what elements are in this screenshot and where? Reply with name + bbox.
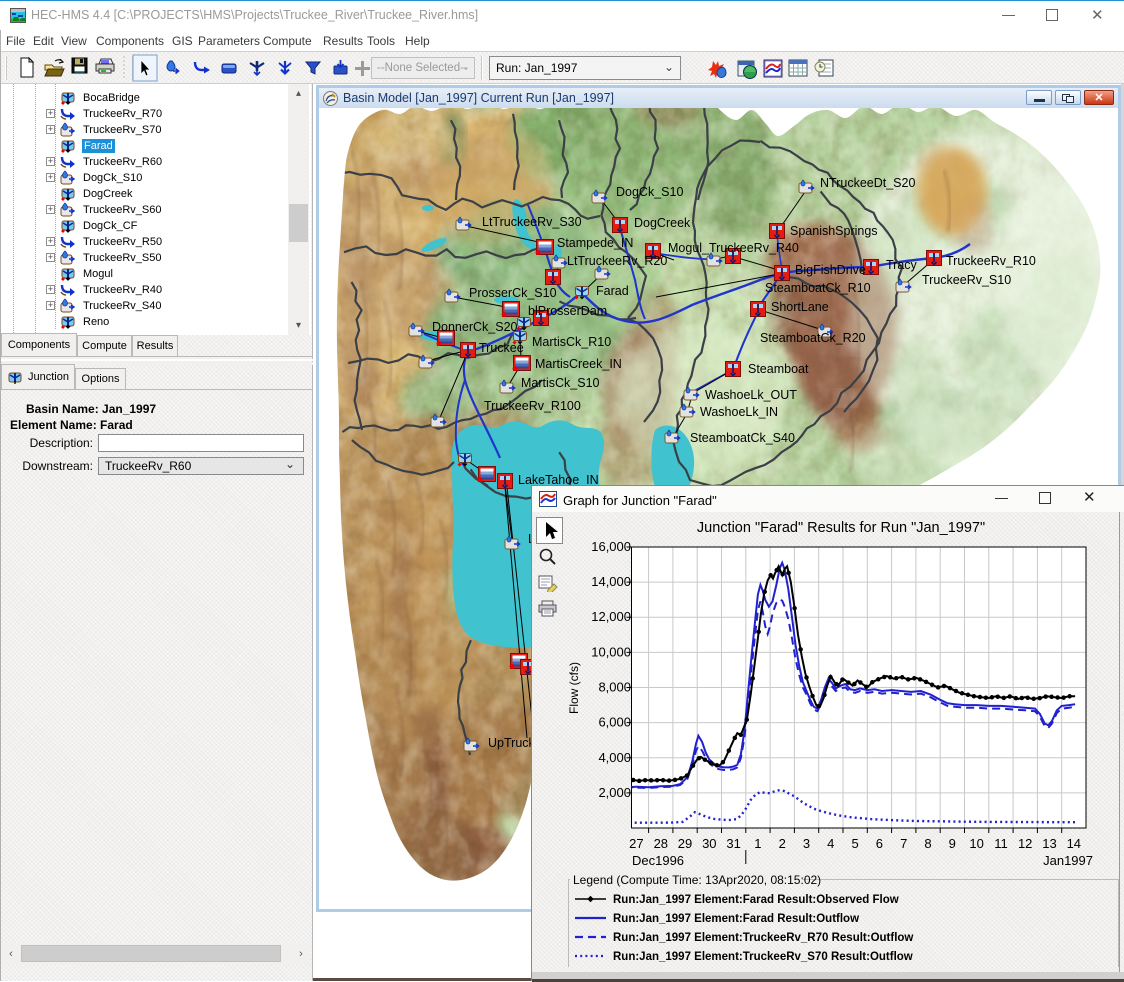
svg-text:28: 28 [654, 836, 668, 851]
svg-text:LtTruckeeRv_S30: LtTruckeeRv_S30 [482, 215, 582, 229]
svg-text:Mogul_TruckeeRv_R40: Mogul_TruckeeRv_R40 [668, 241, 799, 255]
svg-text:MartisCk_R10: MartisCk_R10 [532, 335, 611, 349]
svg-text:14,000: 14,000 [591, 574, 631, 589]
svg-text:31: 31 [726, 836, 740, 851]
svg-text:SteamboatCk_R20: SteamboatCk_R20 [760, 331, 866, 345]
svg-text:Steamboat: Steamboat [748, 362, 809, 376]
svg-text:WashoeLk_IN: WashoeLk_IN [700, 405, 778, 419]
svg-text:TruckeeRv_R10: TruckeeRv_R10 [946, 254, 1036, 268]
svg-text:Run:Jan_1997 Element:TruckeeRv: Run:Jan_1997 Element:TruckeeRv_S70 Resul… [613, 951, 913, 963]
svg-text:Dec1996: Dec1996 [632, 853, 684, 868]
svg-text:13: 13 [1042, 836, 1056, 851]
svg-text:MartisCreek_IN: MartisCreek_IN [535, 357, 622, 371]
svg-text:Tracy: Tracy [886, 258, 918, 272]
svg-text:14: 14 [1067, 836, 1081, 851]
svg-text:12: 12 [1018, 836, 1032, 851]
svg-text:10,000: 10,000 [591, 644, 631, 659]
svg-text:10: 10 [969, 836, 983, 851]
svg-text:2,000: 2,000 [598, 785, 631, 800]
svg-text:1: 1 [754, 836, 761, 851]
svg-text:5: 5 [851, 836, 858, 851]
svg-text:6: 6 [876, 836, 883, 851]
svg-text:16,000: 16,000 [591, 539, 631, 554]
svg-text:blProsserDam: blProsserDam [528, 304, 607, 318]
svg-text:Legend (Compute Time: 13Apr202: Legend (Compute Time: 13Apr2020, 08:15:0… [573, 873, 821, 887]
svg-text:9: 9 [949, 836, 956, 851]
svg-text:DogCk_S10: DogCk_S10 [616, 185, 683, 199]
svg-text:Junction "Farad" Results for R: Junction "Farad" Results for Run "Jan_19… [697, 520, 985, 536]
svg-text:Run:Jan_1997 Element:Farad Res: Run:Jan_1997 Element:Farad Result:Observ… [613, 894, 899, 906]
svg-text:29: 29 [678, 836, 692, 851]
svg-text:NTruckeeDt_S20: NTruckeeDt_S20 [820, 176, 915, 190]
svg-text:MartisCk_S10: MartisCk_S10 [521, 376, 600, 390]
svg-text:Run:Jan_1997 Element:Farad Res: Run:Jan_1997 Element:Farad Result:Outflo… [613, 913, 859, 925]
svg-text:30: 30 [702, 836, 716, 851]
svg-text:SteamboatCk_S40: SteamboatCk_S40 [690, 431, 795, 445]
svg-text:3: 3 [803, 836, 810, 851]
svg-text:4: 4 [827, 836, 834, 851]
svg-text:Jan1997: Jan1997 [1043, 853, 1093, 868]
svg-text:2: 2 [779, 836, 786, 851]
svg-text:8: 8 [924, 836, 931, 851]
svg-text:7: 7 [900, 836, 907, 851]
svg-text:Farad: Farad [596, 284, 629, 298]
svg-text:WashoeLk_OUT: WashoeLk_OUT [705, 388, 797, 402]
svg-text:TruckeeRv_S10: TruckeeRv_S10 [922, 273, 1011, 287]
svg-text:ProsserCk_S10: ProsserCk_S10 [469, 286, 557, 300]
svg-text:27: 27 [629, 836, 643, 851]
svg-text:8,000: 8,000 [598, 680, 631, 695]
svg-text:Truckee: Truckee [479, 341, 524, 355]
svg-text:4,000: 4,000 [598, 750, 631, 765]
svg-text:Run:Jan_1997 Element:TruckeeRv: Run:Jan_1997 Element:TruckeeRv_R70 Resul… [613, 932, 913, 944]
svg-text:ShortLane: ShortLane [771, 300, 829, 314]
svg-text:DogCreek: DogCreek [634, 216, 691, 230]
svg-text:12,000: 12,000 [591, 609, 631, 624]
svg-text:BigFishDrive: BigFishDrive [795, 263, 866, 277]
svg-text:DonnerCk_S20: DonnerCk_S20 [432, 320, 518, 334]
svg-text:TruckeeRv_R100: TruckeeRv_R100 [484, 399, 581, 413]
svg-text:6,000: 6,000 [598, 715, 631, 730]
svg-text:Flow (cfs): Flow (cfs) [567, 662, 581, 714]
svg-text:LtTruckeeRv_R20: LtTruckeeRv_R20 [567, 254, 667, 268]
svg-text:Stampede_IN: Stampede_IN [557, 236, 633, 250]
svg-text:SteamboatCk_R10: SteamboatCk_R10 [765, 281, 871, 295]
svg-text:SpanishSprings: SpanishSprings [790, 224, 878, 238]
svg-text:11: 11 [994, 836, 1008, 851]
